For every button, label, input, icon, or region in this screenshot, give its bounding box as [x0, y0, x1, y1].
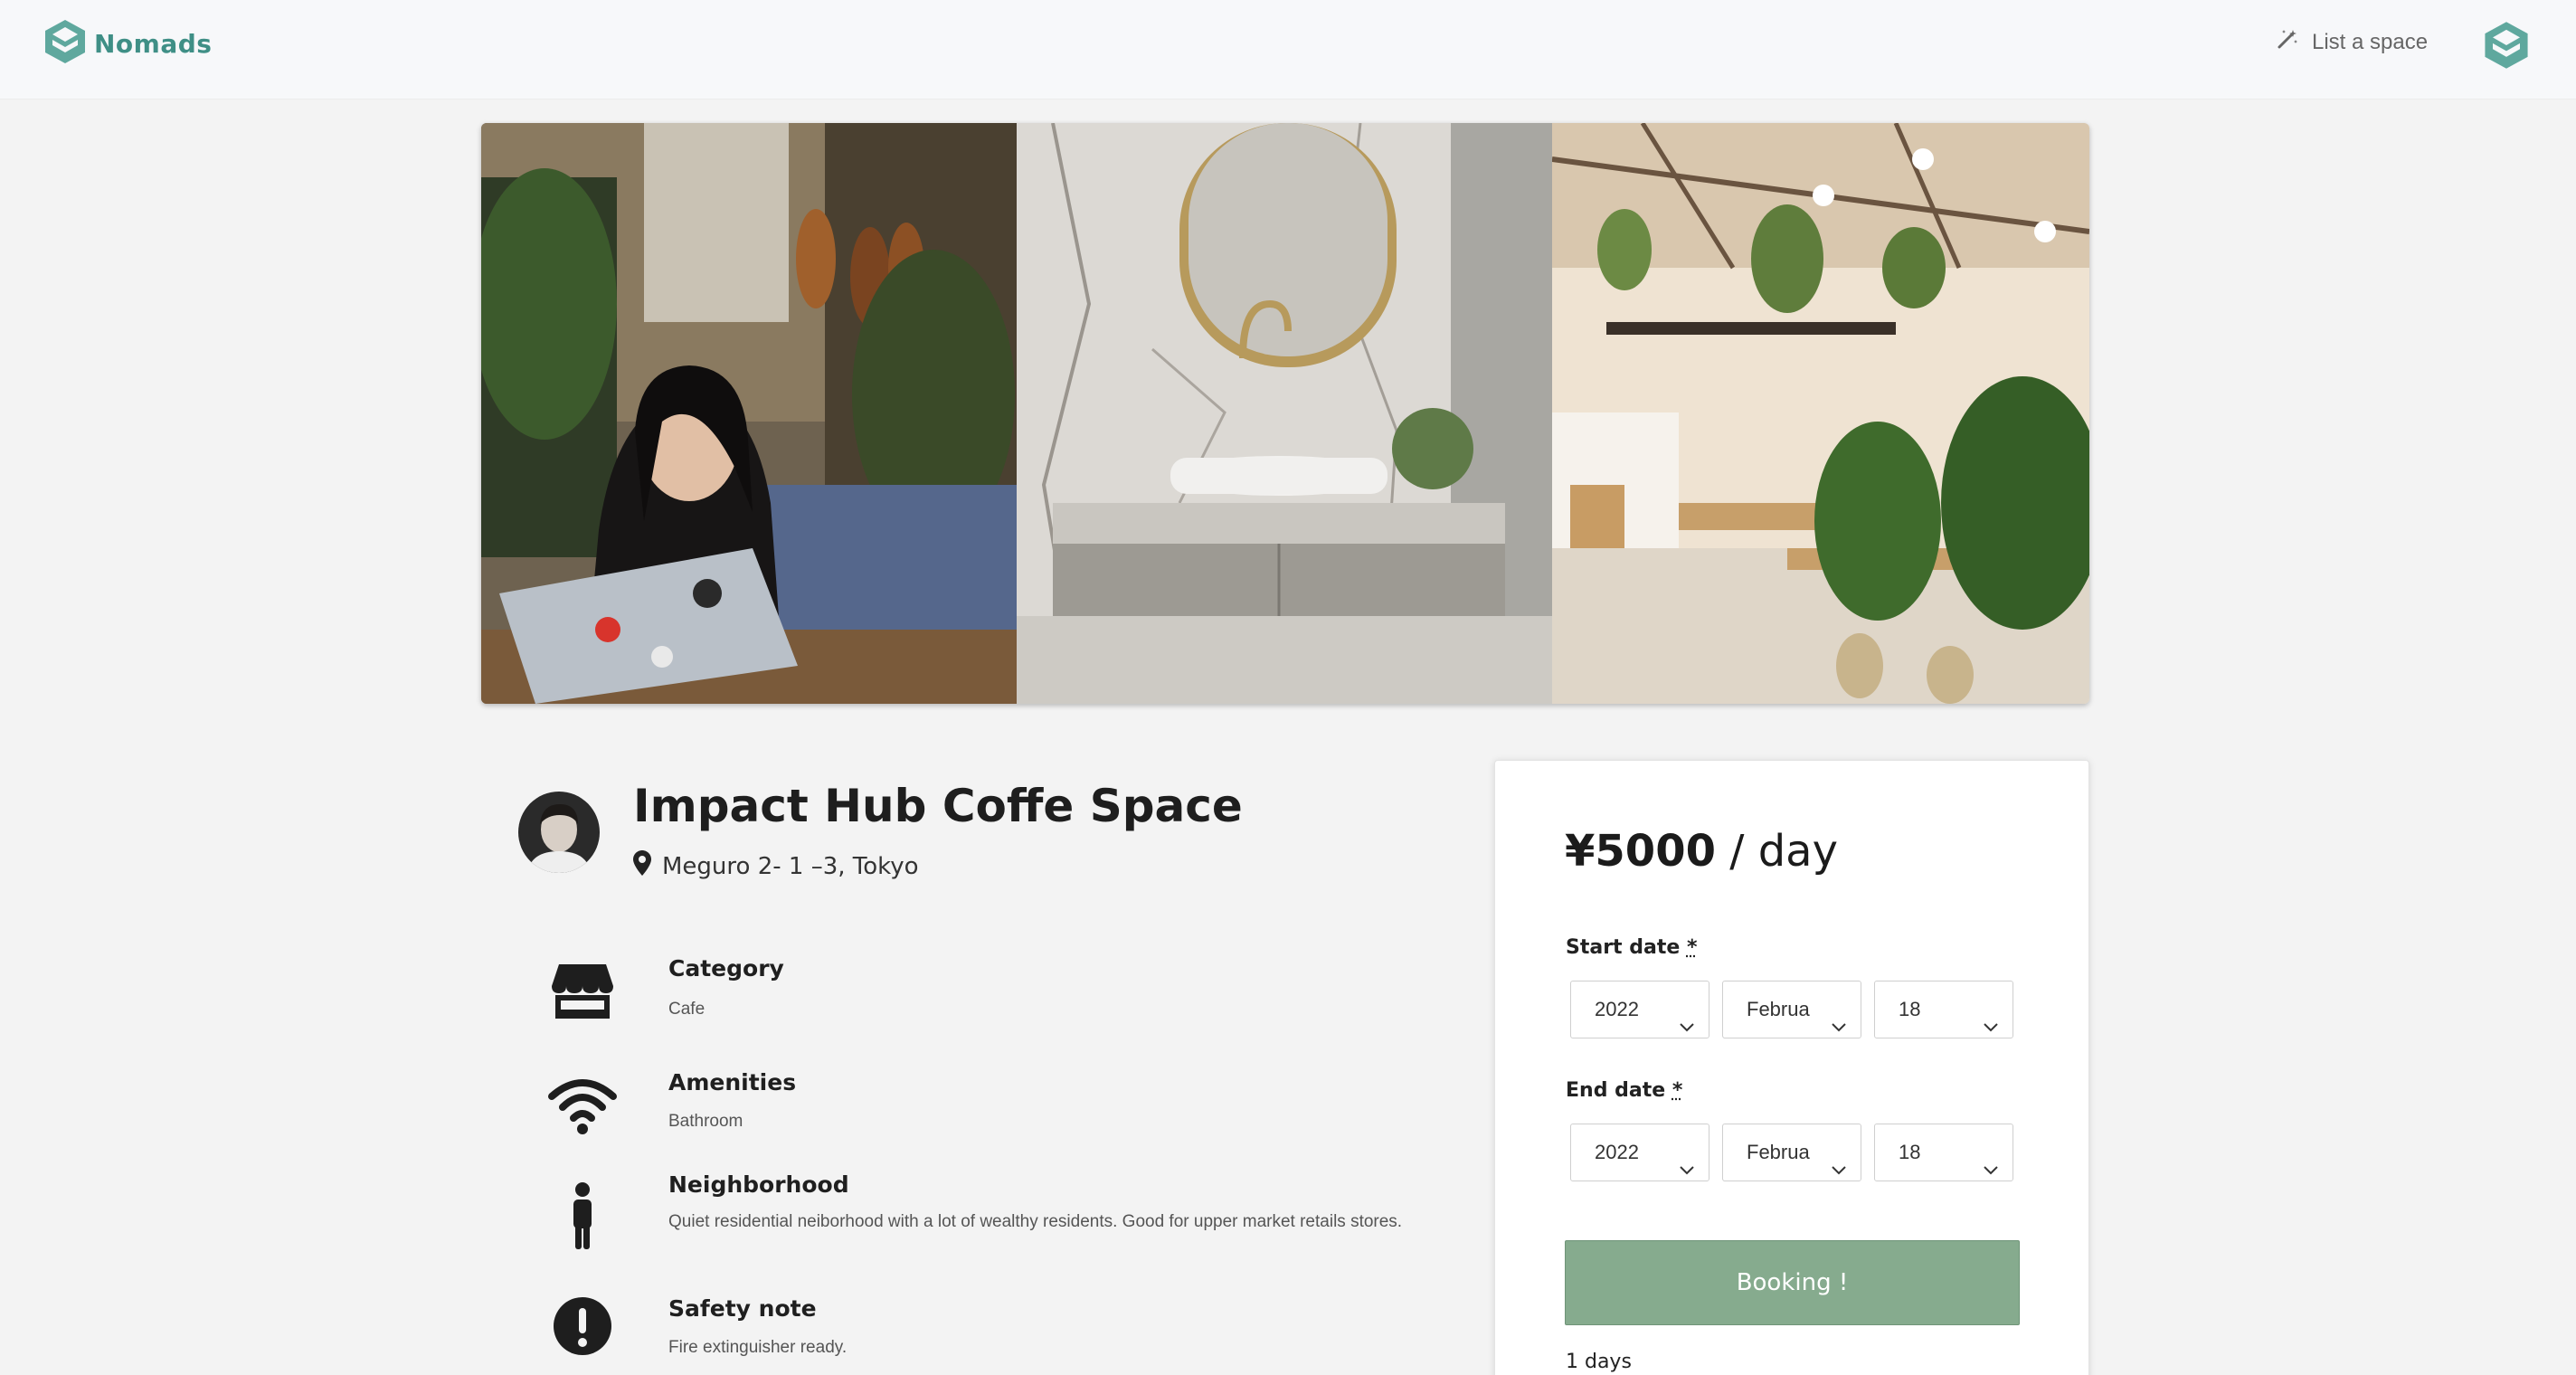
feature-text: Bathroom — [668, 1112, 743, 1131]
marble-bathroom-photo[interactable] — [1017, 123, 1552, 704]
price-unit: / day — [1716, 826, 1838, 877]
feature-title: Neighborhood — [668, 1171, 849, 1198]
end-date-label: End date * — [1566, 1079, 1682, 1102]
address-text: Meguro 2- 1 –3, Tokyo — [662, 852, 919, 880]
chevron-down-icon — [1982, 1001, 2000, 1032]
user-menu-avatar[interactable] — [2479, 18, 2533, 72]
exclamation-circle-icon — [543, 1290, 622, 1362]
plant-filled-cafe-photo[interactable] — [1552, 123, 2089, 704]
page-title: Impact Hub Coffe Space — [633, 780, 1243, 832]
chevron-down-icon — [1678, 1144, 1696, 1175]
start-date-label: Start date * — [1566, 936, 1697, 959]
booking-button[interactable]: Booking ! — [1565, 1240, 2020, 1325]
end-month-select[interactable]: Februa — [1722, 1124, 1861, 1181]
price: ¥5000 / day — [1565, 826, 1838, 877]
feature-text: Quiet residential neiborhood with a lot … — [668, 1212, 1403, 1231]
storefront-icon — [543, 955, 622, 1028]
chevron-down-icon — [1830, 1001, 1848, 1032]
price-amount: ¥5000 — [1565, 826, 1716, 877]
list-a-space-link[interactable]: List a space — [2276, 27, 2428, 57]
magic-wand-icon — [2276, 27, 2299, 57]
chevron-down-icon — [1830, 1144, 1848, 1175]
end-year-value: 2022 — [1595, 1141, 1639, 1163]
map-pin-icon — [633, 850, 651, 882]
start-year-select[interactable]: 2022 — [1570, 981, 1709, 1038]
chevron-down-icon — [1678, 1001, 1696, 1032]
address: Meguro 2- 1 –3, Tokyo — [633, 850, 919, 882]
photo-gallery — [481, 123, 2089, 704]
start-month-value: Februa — [1747, 998, 1810, 1020]
booking-card: ¥5000 / day Start date * 2022 Februa 18 … — [1494, 760, 2089, 1375]
host-avatar[interactable] — [518, 792, 600, 873]
start-month-select[interactable]: Februa — [1722, 981, 1861, 1038]
booking-duration: 1 days — [1566, 1351, 1632, 1373]
nomads-logo-icon — [2479, 22, 2533, 76]
feature-text: Fire extinguisher ready. — [668, 1338, 848, 1357]
end-day-select[interactable]: 18 — [1874, 1124, 2013, 1181]
feature-title: Category — [668, 955, 784, 981]
woman-with-laptop-photo[interactable] — [481, 123, 1017, 704]
required-marker: * — [1672, 1079, 1683, 1102]
chevron-down-icon — [1982, 1144, 2000, 1175]
end-year-select[interactable]: 2022 — [1570, 1124, 1709, 1181]
top-navbar: Nomads List a space — [0, 0, 2576, 100]
feature-title: Amenities — [668, 1069, 797, 1095]
wifi-icon — [543, 1069, 622, 1142]
feature-title: Safety note — [668, 1295, 817, 1322]
list-a-space-label: List a space — [2312, 29, 2429, 54]
end-day-value: 18 — [1899, 1141, 1921, 1163]
start-day-select[interactable]: 18 — [1874, 981, 2013, 1038]
nomads-logo-icon — [40, 16, 90, 71]
end-month-value: Februa — [1747, 1141, 1810, 1163]
start-year-value: 2022 — [1595, 998, 1639, 1020]
feature-text: Cafe — [668, 1000, 706, 1019]
required-marker: * — [1686, 936, 1698, 959]
brand-logo-link[interactable]: Nomads — [40, 16, 212, 71]
start-day-value: 18 — [1899, 998, 1921, 1020]
brand-name: Nomads — [94, 28, 213, 59]
start-date-label-text: Start date — [1566, 936, 1681, 959]
person-icon — [543, 1181, 622, 1253]
end-date-label-text: End date — [1566, 1079, 1666, 1102]
